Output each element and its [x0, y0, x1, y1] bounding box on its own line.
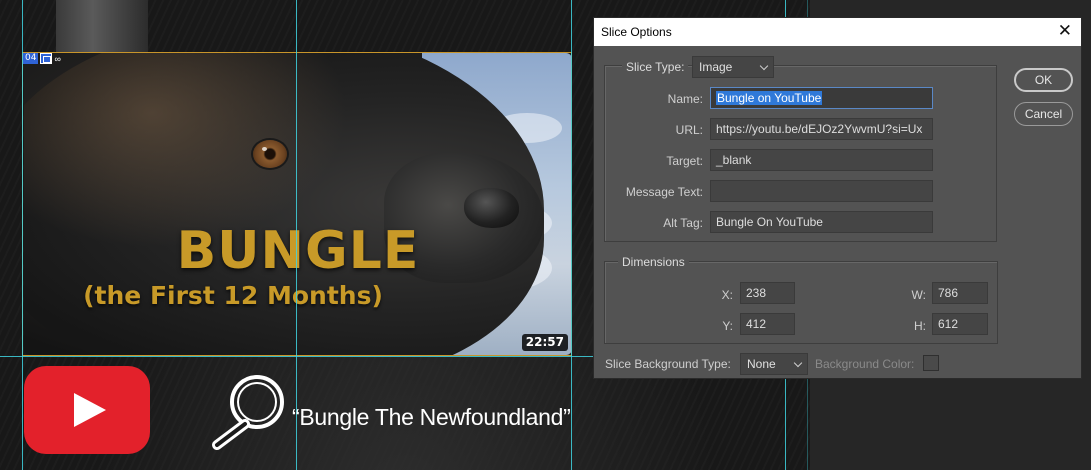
slice-number: 04 [23, 53, 39, 64]
cancel-button[interactable]: Cancel [1014, 102, 1073, 126]
alt-tag-label: Alt Tag: [663, 216, 703, 230]
url-field[interactable]: https://youtu.be/dEJOz2YwvmU?si=Ux [710, 118, 933, 140]
slice-background-type-label: Slice Background Type: [605, 357, 731, 371]
slice-options-dialog: Slice Options ✕ Slice Type: Image Name: … [593, 17, 1082, 379]
slice-type-value: Image [699, 60, 733, 74]
url-label: URL: [675, 123, 703, 137]
slice-background-type-select[interactable]: None [740, 353, 808, 375]
name-label: Name: [667, 92, 703, 106]
guide-vertical-3[interactable] [571, 0, 572, 470]
y-field[interactable]: 412 [740, 313, 795, 335]
chevron-down-icon [793, 358, 803, 368]
ok-button[interactable]: OK [1014, 68, 1073, 92]
youtube-logo-icon [24, 366, 150, 454]
x-label: X: [721, 288, 733, 302]
w-label: W: [911, 288, 926, 302]
link-icon: ∞ [54, 53, 61, 64]
close-icon[interactable]: ✕ [1058, 21, 1072, 41]
h-field[interactable]: 612 [932, 313, 988, 335]
slice-badge: 04 ∞ [23, 53, 61, 64]
magnifier-icon [212, 375, 284, 450]
background-color-label: Background Color: [815, 357, 915, 371]
target-label: Target: [666, 154, 703, 168]
name-field[interactable]: Bungle on YouTube [710, 87, 933, 109]
message-text-field[interactable] [710, 180, 933, 202]
search-phrase-text: “Bungle The Newfoundland” [292, 404, 571, 430]
target-field[interactable]: _blank [710, 149, 933, 171]
w-field[interactable]: 786 [932, 282, 988, 304]
chevron-down-icon [759, 61, 769, 71]
slice-outline[interactable] [22, 52, 572, 356]
guide-vertical-1[interactable] [22, 0, 23, 470]
background-wooden-post [56, 0, 148, 52]
y-label: Y: [722, 319, 733, 333]
slice-type-select[interactable]: Image [692, 56, 774, 78]
slice-type-label: Slice Type: [622, 60, 689, 74]
dialog-titlebar[interactable]: Slice Options ✕ [594, 18, 1081, 46]
dimensions-label: Dimensions [618, 255, 689, 269]
background-color-swatch[interactable] [923, 355, 939, 371]
name-field-value: Bungle on YouTube [716, 91, 823, 105]
h-label: H: [914, 319, 926, 333]
image-slice-icon [40, 53, 53, 64]
message-text-label: Message Text: [625, 185, 703, 199]
x-field[interactable]: 238 [740, 282, 795, 304]
dialog-title: Slice Options [601, 25, 672, 39]
guide-vertical-2[interactable] [296, 0, 297, 470]
slice-background-type-value: None [747, 357, 776, 371]
alt-tag-field[interactable]: Bungle On YouTube [710, 211, 933, 233]
